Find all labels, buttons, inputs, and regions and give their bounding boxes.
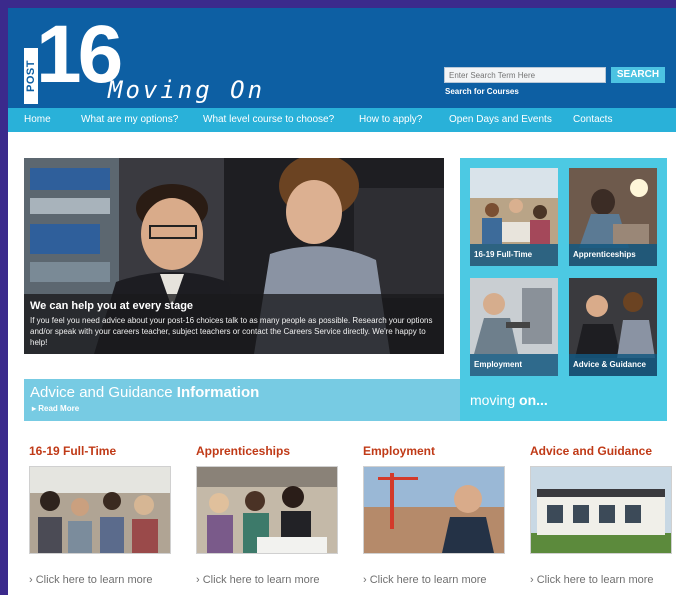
- learn-more-link[interactable]: › Click here to learn more: [363, 574, 487, 586]
- advice-title: Advice and Guidance Information: [30, 384, 260, 401]
- column-employment: Employment › Click here to learn more: [363, 444, 511, 586]
- column-title[interactable]: Employment: [363, 444, 511, 458]
- search-input[interactable]: [444, 67, 606, 83]
- column-title[interactable]: Advice and Guidance: [530, 444, 676, 458]
- nav-item-how-to-apply[interactable]: How to apply?: [359, 108, 422, 132]
- search-button[interactable]: SEARCH: [611, 67, 665, 83]
- main-nav: Home What are my options? What level cou…: [8, 108, 676, 132]
- nav-item-contacts[interactable]: Contacts: [573, 108, 612, 132]
- nav-item-level-course[interactable]: What level course to choose?: [203, 108, 334, 132]
- options-panel: 16-19 Full-Time Apprenticeships Employme…: [460, 158, 667, 421]
- column-photo-building[interactable]: [530, 466, 672, 554]
- hero-title: We can help you at every stage: [30, 300, 194, 312]
- tile-full-time[interactable]: 16-19 Full-Time: [470, 168, 558, 266]
- nav-item-home[interactable]: Home: [24, 108, 51, 132]
- hero-text: If you feel you need advice about your p…: [30, 316, 433, 347]
- learn-more-link[interactable]: › Click here to learn more: [196, 574, 320, 586]
- column-full-time: 16-19 Full-Time › Click here to learn mo…: [29, 444, 177, 586]
- tile-employment[interactable]: Employment: [470, 278, 558, 376]
- column-advice-guidance: Advice and Guidance › Click here to lear…: [530, 444, 676, 586]
- logo-number[interactable]: 16: [36, 14, 123, 96]
- nav-item-open-days[interactable]: Open Days and Events: [449, 108, 552, 132]
- hero-banner[interactable]: We can help you at every stage If you fe…: [24, 158, 444, 354]
- tile-apprenticeships[interactable]: Apprenticeships: [569, 168, 657, 266]
- search-courses-link[interactable]: Search for Courses: [445, 87, 519, 96]
- page-frame: POST 16 Moving On SEARCH Search for Cour…: [8, 8, 676, 595]
- learn-more-link[interactable]: › Click here to learn more: [530, 574, 654, 586]
- read-more-link[interactable]: ▸ Read More: [32, 404, 79, 413]
- column-title[interactable]: 16-19 Full-Time: [29, 444, 177, 458]
- column-photo-trainees[interactable]: [196, 466, 338, 554]
- logo-tagline: Moving On: [108, 76, 266, 104]
- nav-item-options[interactable]: What are my options?: [81, 108, 178, 132]
- column-apprenticeships: Apprenticeships › Click here to learn mo…: [196, 444, 344, 586]
- column-photo-students[interactable]: [29, 466, 171, 554]
- column-photo-construction[interactable]: [363, 466, 505, 554]
- column-title[interactable]: Apprenticeships: [196, 444, 344, 458]
- moving-on-text: moving on...: [470, 392, 548, 408]
- site-header: POST 16 Moving On SEARCH Search for Cour…: [8, 8, 676, 108]
- learn-more-link[interactable]: › Click here to learn more: [29, 574, 153, 586]
- advice-info-bar[interactable]: Advice and Guidance Information ▸ Read M…: [24, 379, 462, 421]
- hero-caption: We can help you at every stage If you fe…: [24, 294, 444, 354]
- tile-advice-guidance[interactable]: Advice & Guidance: [569, 278, 657, 376]
